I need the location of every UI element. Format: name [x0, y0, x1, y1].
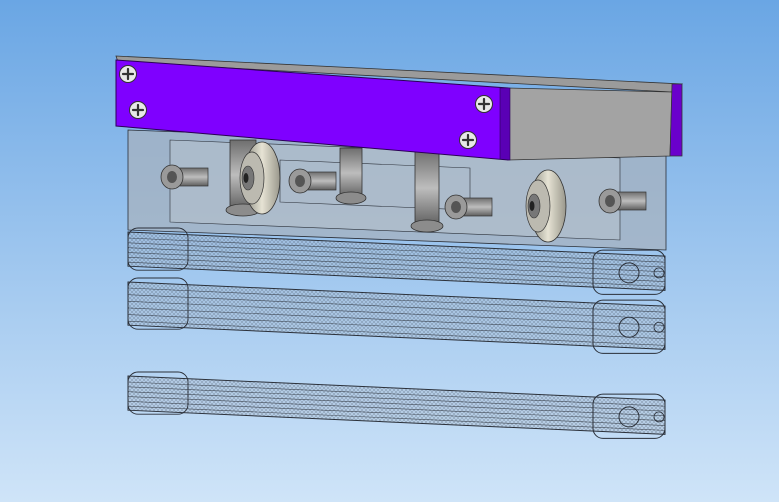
standoff-post-3 [410, 149, 444, 233]
wheel-bore [243, 173, 249, 183]
cad-3d-viewport[interactable] [0, 0, 779, 502]
post-shaft [339, 147, 363, 199]
plate-side-edge [669, 83, 683, 157]
plate-front-edge [499, 87, 511, 161]
plate-side-face [507, 87, 673, 161]
cross-head-screw-icon [475, 95, 493, 113]
socket-head-bolt-icon [288, 168, 337, 194]
socket-head-bolt-icon [444, 194, 493, 220]
wheel-bore [529, 201, 535, 211]
model-canvas[interactable] [0, 0, 779, 502]
post-foot [335, 191, 367, 205]
post-foot [410, 219, 444, 233]
bolt-socket [451, 201, 461, 213]
socket-head-bolt-icon [160, 164, 209, 190]
socket-head-bolt-icon [598, 188, 647, 214]
cross-head-screw-icon [119, 65, 137, 83]
cross-head-screw-icon [129, 101, 147, 119]
cross-head-screw-icon [459, 131, 477, 149]
bolt-socket [605, 195, 615, 207]
bolt-socket [295, 175, 305, 187]
bolt-socket [167, 171, 177, 183]
post-shaft [414, 149, 440, 227]
standoff-post-2 [335, 147, 367, 205]
